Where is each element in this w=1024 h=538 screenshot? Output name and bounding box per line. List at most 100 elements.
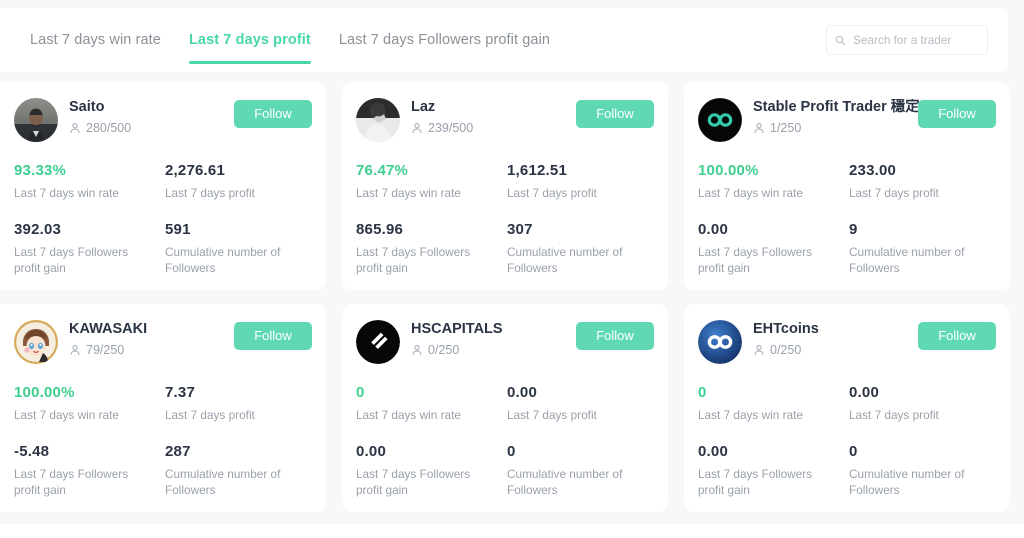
cumulative-followers-label: Cumulative number of Followers: [165, 467, 281, 497]
stat-cumulative-followers: 0 Cumulative number of Followers: [849, 443, 994, 498]
stat-followers-gain: 865.96 Last 7 days Followers profit gain: [356, 221, 501, 276]
slots-value: 0/250: [428, 343, 460, 357]
profit-value: 233.00: [849, 162, 897, 179]
stat-win-rate: 100.00% Last 7 days win rate: [698, 162, 843, 201]
slots-value: 239/500: [428, 121, 474, 135]
person-icon: [70, 123, 80, 134]
win-rate-label: Last 7 days win rate: [14, 408, 119, 422]
tab-bar: Last 7 days win rate Last 7 days profit La…: [16, 8, 564, 72]
page-bottom-strip: [0, 524, 1024, 538]
follow-button[interactable]: Follow: [234, 100, 312, 128]
stat-win-rate: 0 Last 7 days win rate: [356, 384, 501, 423]
search-container: [826, 25, 988, 55]
profit-value: 0.00: [849, 384, 879, 401]
slots-value: 280/500: [86, 121, 132, 135]
stat-followers-gain: 0.00 Last 7 days Followers profit gain: [698, 443, 843, 498]
follow-button[interactable]: Follow: [576, 322, 654, 350]
stat-cumulative-followers: 9 Cumulative number of Followers: [849, 221, 994, 276]
tab-1[interactable]: Last 7 days profit: [175, 8, 325, 72]
win-rate-label: Last 7 days win rate: [14, 186, 119, 200]
followers-gain-value: 392.03: [14, 221, 62, 238]
search-box[interactable]: [826, 25, 988, 55]
followers-gain-value: -5.48: [14, 443, 50, 460]
avatar: [14, 320, 58, 364]
profit-label: Last 7 days profit: [507, 408, 597, 422]
stat-cumulative-followers: 591 Cumulative number of Followers: [165, 221, 310, 276]
followers-gain-value: 0.00: [698, 443, 728, 460]
search-input[interactable]: [853, 33, 979, 47]
tab-label: Last 7 days win rate: [30, 32, 161, 48]
follow-button[interactable]: Follow: [918, 322, 996, 350]
followers-gain-label: Last 7 days Followers profit gain: [698, 467, 813, 497]
trader-stats: 76.47% Last 7 days win rate 1,612.51 Last 7…: [356, 162, 652, 276]
tab-2[interactable]: Last 7 days Followers profit gain: [325, 8, 564, 72]
stat-cumulative-followers: 0 Cumulative number of Followers: [507, 443, 652, 498]
trader-card[interactable]: Saito 280/500 Follow 93.33% Last 7 days win …: [0, 82, 326, 290]
cumulative-followers-value: 591: [165, 221, 191, 238]
profit-label: Last 7 days profit: [849, 408, 939, 422]
stat-profit: 2,276.61 Last 7 days profit: [165, 162, 310, 201]
win-rate-label: Last 7 days win rate: [698, 408, 803, 422]
trader-card[interactable]: EHTcoins 0/250 Follow 0 Last 7 days win rate…: [684, 304, 1010, 512]
trader-name: KAWASAKI: [69, 321, 148, 337]
win-rate-value: 76.47%: [356, 162, 409, 179]
trader-name: Laz: [411, 99, 436, 115]
follow-button[interactable]: Follow: [918, 100, 996, 128]
cumulative-followers-value: 9: [849, 221, 858, 238]
followers-gain-value: 0.00: [356, 443, 386, 460]
followers-gain-label: Last 7 days Followers profit gain: [14, 467, 129, 497]
profit-value: 1,612.51: [507, 162, 567, 179]
stat-cumulative-followers: 307 Cumulative number of Followers: [507, 221, 652, 276]
trader-card[interactable]: HSCAPITALS 0/250 Follow 0 Last 7 days win ra…: [342, 304, 668, 512]
person-icon: [70, 345, 80, 356]
avatar: [698, 320, 742, 364]
trader-stats: 0 Last 7 days win rate 0.00 Last 7 days pro…: [698, 384, 994, 498]
tab-label: Last 7 days profit: [188, 32, 311, 48]
stat-followers-gain: 0.00 Last 7 days Followers profit gain: [356, 443, 501, 498]
follow-button[interactable]: Follow: [234, 322, 312, 350]
trader-leaderboard-page: Last 7 days win rate Last 7 days profit La…: [0, 0, 1024, 538]
cumulative-followers-value: 0: [507, 443, 516, 460]
tab-0[interactable]: Last 7 days win rate: [16, 8, 175, 72]
trader-card[interactable]: Laz 239/500 Follow 76.47% Last 7 days win ra…: [342, 82, 668, 290]
stat-profit: 7.37 Last 7 days profit: [165, 384, 310, 423]
win-rate-label: Last 7 days win rate: [698, 186, 803, 200]
win-rate-value: 0: [356, 384, 365, 401]
person-icon: [412, 345, 422, 356]
win-rate-value: 0: [698, 384, 707, 401]
win-rate-value: 93.33%: [14, 162, 67, 179]
trader-stats: 93.33% Last 7 days win rate 2,276.61 Last 7…: [14, 162, 310, 276]
stat-win-rate: 100.00% Last 7 days win rate: [14, 384, 159, 423]
followers-gain-value: 0.00: [698, 221, 728, 238]
trader-name: Stable Profit Trader 穩定...: [753, 99, 932, 115]
stat-followers-gain: 392.03 Last 7 days Followers profit gain: [14, 221, 159, 276]
tab-label: Last 7 days Followers profit gain: [338, 32, 551, 48]
person-icon: [412, 123, 422, 134]
avatar: [14, 98, 58, 142]
followers-gain-value: 865.96: [356, 221, 404, 238]
stat-profit: 0.00 Last 7 days profit: [849, 384, 994, 423]
cumulative-followers-label: Cumulative number of Followers: [849, 245, 965, 275]
stat-win-rate: 93.33% Last 7 days win rate: [14, 162, 159, 201]
trader-card[interactable]: KAWASAKI 79/250 Follow 100.00% Last 7 days w…: [0, 304, 326, 512]
win-rate-label: Last 7 days win rate: [356, 408, 461, 422]
trader-name: EHTcoins: [753, 321, 819, 337]
follow-button[interactable]: Follow: [576, 100, 654, 128]
person-icon: [754, 123, 764, 134]
top-toolbar: Last 7 days win rate Last 7 days profit La…: [0, 8, 1008, 72]
stat-win-rate: 76.47% Last 7 days win rate: [356, 162, 501, 201]
cumulative-followers-value: 0: [849, 443, 858, 460]
stat-followers-gain: -5.48 Last 7 days Followers profit gain: [14, 443, 159, 498]
profit-label: Last 7 days profit: [507, 186, 597, 200]
stat-profit: 1,612.51 Last 7 days profit: [507, 162, 652, 201]
slots-value: 1/250: [770, 121, 802, 135]
profit-label: Last 7 days profit: [165, 408, 255, 422]
trader-stats: 100.00% Last 7 days win rate 7.37 Last 7 da…: [14, 384, 310, 498]
win-rate-value: 100.00%: [14, 384, 75, 401]
stat-followers-gain: 0.00 Last 7 days Followers profit gain: [698, 221, 843, 276]
slots-value: 79/250: [86, 343, 125, 357]
stat-profit: 233.00 Last 7 days profit: [849, 162, 994, 201]
trader-card[interactable]: Stable Profit Trader 穩定... 1/250 Follow 100…: [684, 82, 1010, 290]
cumulative-followers-label: Cumulative number of Followers: [849, 467, 965, 497]
win-rate-value: 100.00%: [698, 162, 759, 179]
